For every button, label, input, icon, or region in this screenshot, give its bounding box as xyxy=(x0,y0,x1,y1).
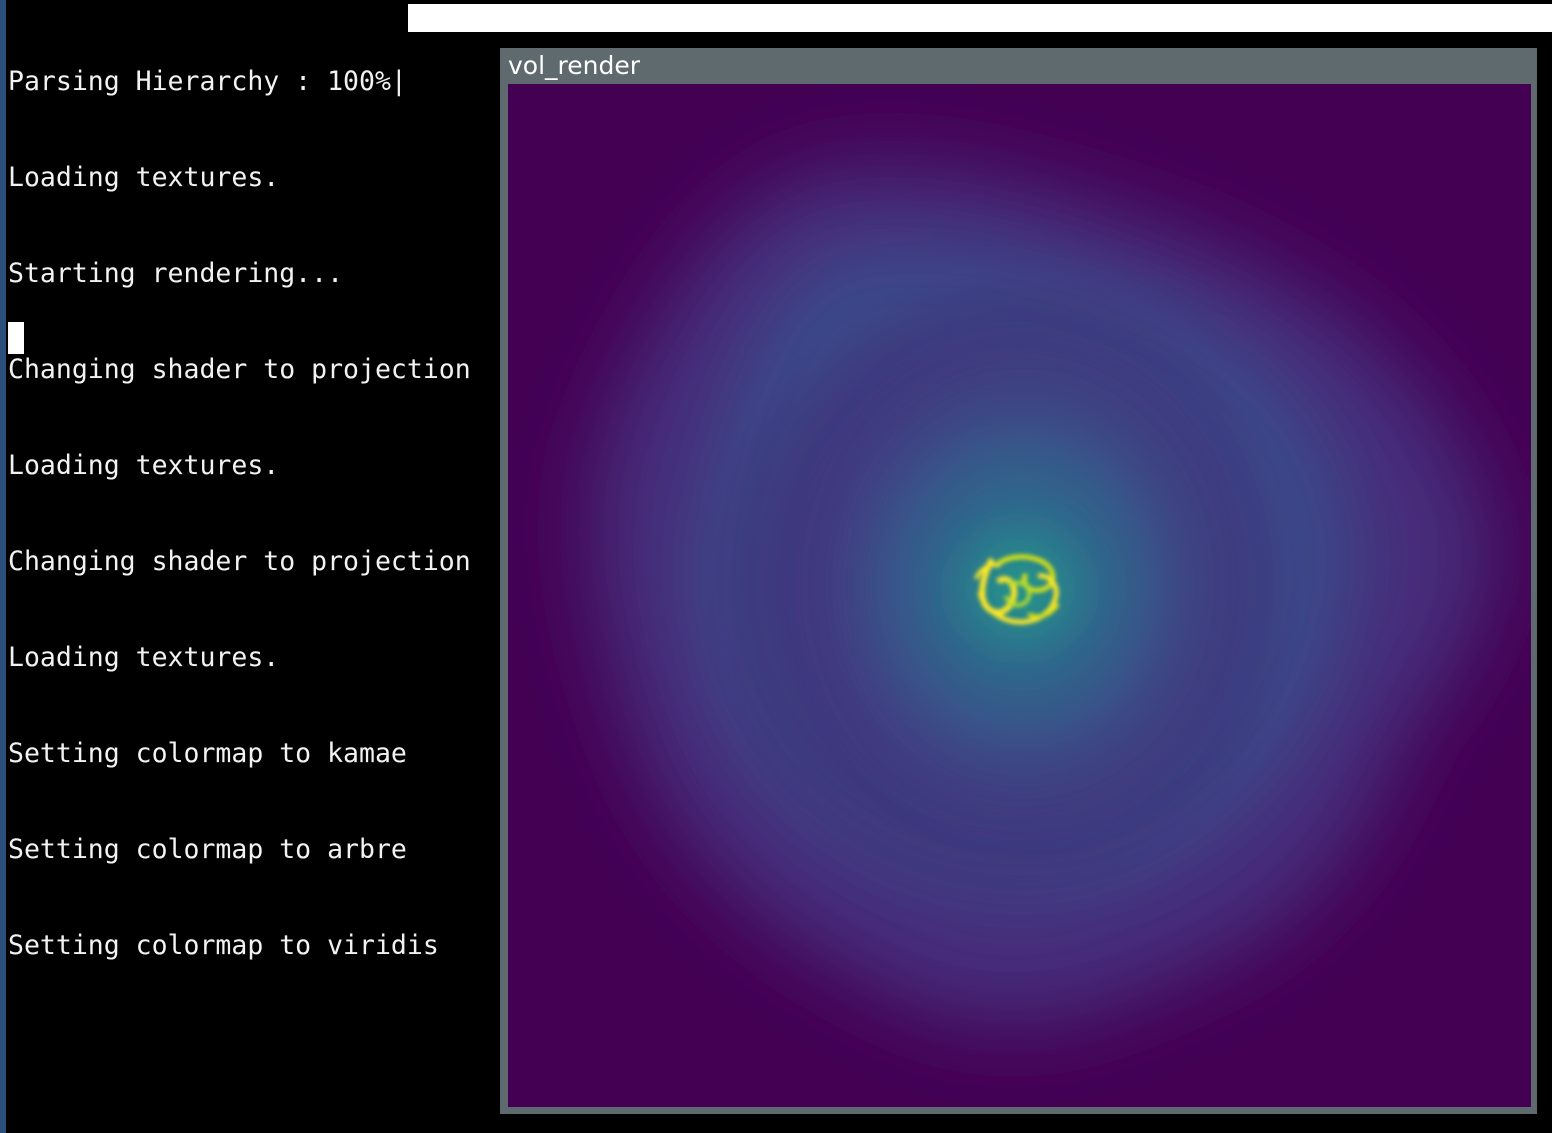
terminal-line: Setting colormap to kamae xyxy=(8,738,407,769)
volume-render-viewport[interactable] xyxy=(508,84,1531,1107)
progress-bar-fill xyxy=(408,4,1552,32)
screen-left-border xyxy=(0,0,6,1133)
terminal-line: Loading textures. xyxy=(8,450,280,481)
terminal-progress-line: Parsing Hierarchy : 100%| xyxy=(8,66,407,97)
desktop-screen: Parsing Hierarchy : 100%| Loading textur… xyxy=(0,0,1552,1133)
inner-glow xyxy=(935,509,1105,669)
vol-render-window[interactable]: vol_render xyxy=(500,48,1537,1114)
terminal-output[interactable]: Parsing Hierarchy : 100%| Loading textur… xyxy=(8,2,498,1026)
volume-render-image xyxy=(508,84,1531,1107)
terminal-line: Changing shader to projection xyxy=(8,546,471,577)
terminal-line: Loading textures. xyxy=(8,642,280,673)
terminal-line: Loading textures. xyxy=(8,162,280,193)
terminal-line: Starting rendering... xyxy=(8,258,344,289)
terminal-line: Changing shader to projection xyxy=(8,354,471,385)
progress-bar xyxy=(408,4,1552,32)
terminal-line: Setting colormap to viridis xyxy=(8,930,439,961)
terminal-cursor xyxy=(8,322,24,354)
window-title[interactable]: vol_render xyxy=(508,50,640,82)
terminal-line: Setting colormap to arbre xyxy=(8,834,407,865)
